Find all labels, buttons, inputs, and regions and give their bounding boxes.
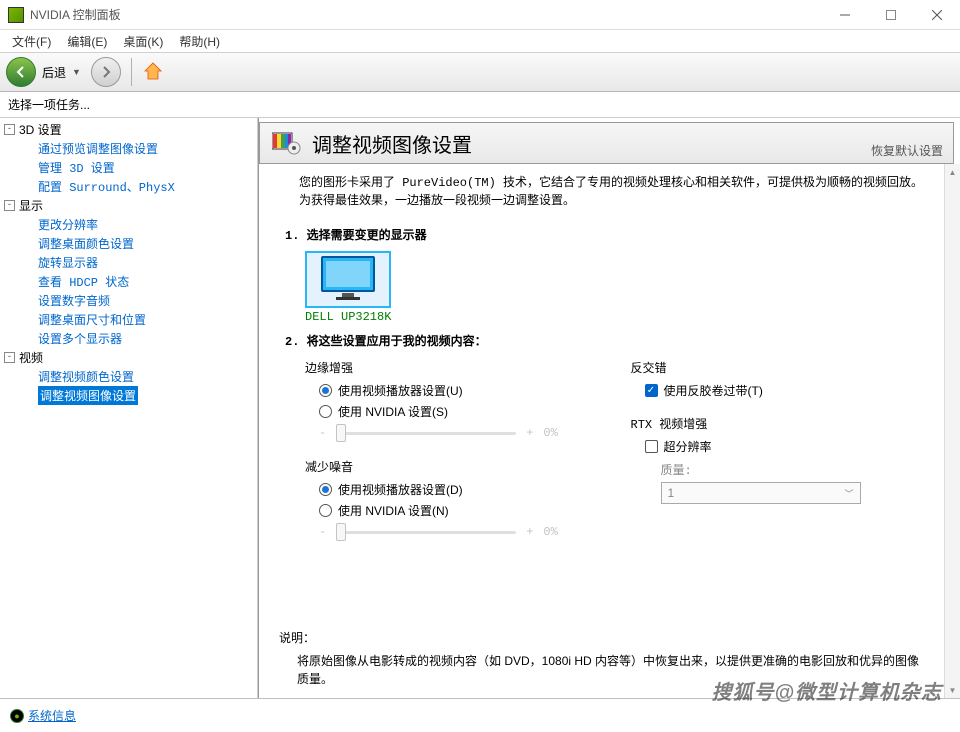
edge-title: 边缘增强 <box>305 359 603 376</box>
watermark: 搜狐号@微型计算机杂志 <box>711 676 942 705</box>
edge-radio-nvidia[interactable]: 使用 NVIDIA 设置(S) <box>305 401 603 422</box>
titlebar: NVIDIA 控制面板 <box>0 0 960 30</box>
deinterlace-group: 反交错 使用反胶卷过带(T) <box>631 359 929 401</box>
radio-icon <box>319 384 332 397</box>
sidebar: -3D 设置 通过预览调整图像设置 管理 3D 设置 配置 Surround、P… <box>0 118 258 698</box>
scroll-down-icon[interactable]: ▼ <box>945 682 960 698</box>
tree-item[interactable]: 配置 Surround、PhysX <box>2 177 255 196</box>
tree-item[interactable]: 旋转显示器 <box>2 253 255 272</box>
checkbox-icon <box>645 384 658 397</box>
radio-icon <box>319 504 332 517</box>
vertical-scrollbar[interactable]: ▲ ▼ <box>944 164 960 698</box>
menu-file[interactable]: 文件(F) <box>4 31 59 52</box>
restore-defaults-link[interactable]: 恢复默认设置 <box>871 142 943 159</box>
tree-item-selected[interactable]: 调整视频图像设置 <box>38 386 138 405</box>
monitor-icon <box>305 251 391 308</box>
collapse-icon[interactable]: - <box>4 352 15 363</box>
monitor-selector[interactable]: DELL UP3218K <box>305 251 391 324</box>
collapse-icon[interactable]: - <box>4 124 15 135</box>
noise-reduction-group: 减少噪音 使用视频播放器设置(D) 使用 NVIDIA 设置(N) - + 0% <box>305 458 603 543</box>
deinterlace-checkbox[interactable]: 使用反胶卷过带(T) <box>631 380 929 401</box>
explanation-heading: 说明： <box>279 629 924 646</box>
menu-help[interactable]: 帮助(H) <box>171 31 228 52</box>
tree-item[interactable]: 设置多个显示器 <box>2 329 255 348</box>
checkbox-icon <box>645 440 658 453</box>
tree-item[interactable]: 通过预览调整图像设置 <box>2 139 255 158</box>
edge-slider: - + 0% <box>305 422 603 444</box>
monitor-label: DELL UP3218K <box>305 310 391 324</box>
video-settings-icon <box>272 131 302 155</box>
window-title: NVIDIA 控制面板 <box>30 6 822 23</box>
back-label: 后退 <box>42 64 66 81</box>
back-button[interactable] <box>6 57 36 87</box>
tree-category-3d[interactable]: -3D 设置 <box>2 120 255 139</box>
radio-icon <box>319 405 332 418</box>
radio-icon <box>319 483 332 496</box>
section-1-heading: 1. 选择需要变更的显示器 <box>285 226 928 243</box>
tree-item[interactable]: 设置数字音频 <box>2 291 255 310</box>
menu-desktop[interactable]: 桌面(K) <box>115 31 171 52</box>
tree-category-video[interactable]: -视频 <box>2 348 255 367</box>
nvidia-logo-icon <box>8 7 24 23</box>
section-2-heading: 2. 将这些设置应用于我的视频内容： <box>285 332 928 349</box>
noise-radio-nvidia[interactable]: 使用 NVIDIA 设置(N) <box>305 500 603 521</box>
edge-enhancement-group: 边缘增强 使用视频播放器设置(U) 使用 NVIDIA 设置(S) - + 0% <box>305 359 603 444</box>
rtx-title: RTX 视频增强 <box>631 415 929 432</box>
page-description: 您的图形卡采用了 PureVideo(TM) 技术，它结合了专用的视频处理核心和… <box>299 174 928 210</box>
edge-radio-player[interactable]: 使用视频播放器设置(U) <box>305 380 603 401</box>
rtx-enhancement-group: RTX 视频增强 超分辨率 质量: 1 ﹀ <box>631 415 929 504</box>
tree-category-display[interactable]: -显示 <box>2 196 255 215</box>
deinterlace-title: 反交错 <box>631 359 929 376</box>
tree-item[interactable]: 调整桌面颜色设置 <box>2 234 255 253</box>
back-dropdown[interactable]: ▼ <box>72 67 81 77</box>
forward-button[interactable] <box>91 57 121 87</box>
menubar: 文件(F) 编辑(E) 桌面(K) 帮助(H) <box>0 30 960 52</box>
chevron-down-icon: ﹀ <box>844 487 853 500</box>
close-button[interactable] <box>914 0 960 30</box>
rtx-quality-select[interactable]: 1 ﹀ <box>661 482 861 504</box>
scroll-up-icon[interactable]: ▲ <box>945 164 960 180</box>
tree-item[interactable]: 更改分辨率 <box>2 215 255 234</box>
rtx-quality-label: 质量: <box>631 461 929 478</box>
tree-item[interactable]: 管理 3D 设置 <box>2 158 255 177</box>
page-title: 调整视频图像设置 <box>312 129 472 158</box>
noise-title: 减少噪音 <box>305 458 603 475</box>
home-button[interactable] <box>142 60 164 85</box>
tree-item[interactable]: 调整桌面尺寸和位置 <box>2 310 255 329</box>
menu-edit[interactable]: 编辑(E) <box>59 31 115 52</box>
tree-item[interactable]: 调整视频颜色设置 <box>2 367 255 386</box>
task-label: 选择一项任务... <box>0 92 960 118</box>
rtx-super-res-checkbox[interactable]: 超分辨率 <box>631 436 929 457</box>
page-header: 调整视频图像设置 恢复默认设置 <box>259 122 954 164</box>
system-info-link[interactable]: 系统信息 <box>28 707 76 724</box>
toolbar-separator <box>131 58 132 86</box>
tree-item[interactable]: 查看 HDCP 状态 <box>2 272 255 291</box>
noise-radio-player[interactable]: 使用视频播放器设置(D) <box>305 479 603 500</box>
content-area: 调整视频图像设置 恢复默认设置 您的图形卡采用了 PureVideo(TM) 技… <box>258 118 960 698</box>
page-body: 您的图形卡采用了 PureVideo(TM) 技术，它结合了专用的视频处理核心和… <box>259 164 944 698</box>
maximize-button[interactable] <box>868 0 914 30</box>
toolbar: 后退 ▼ <box>0 52 960 92</box>
collapse-icon[interactable]: - <box>4 200 15 211</box>
minimize-button[interactable] <box>822 0 868 30</box>
noise-slider: - + 0% <box>305 521 603 543</box>
